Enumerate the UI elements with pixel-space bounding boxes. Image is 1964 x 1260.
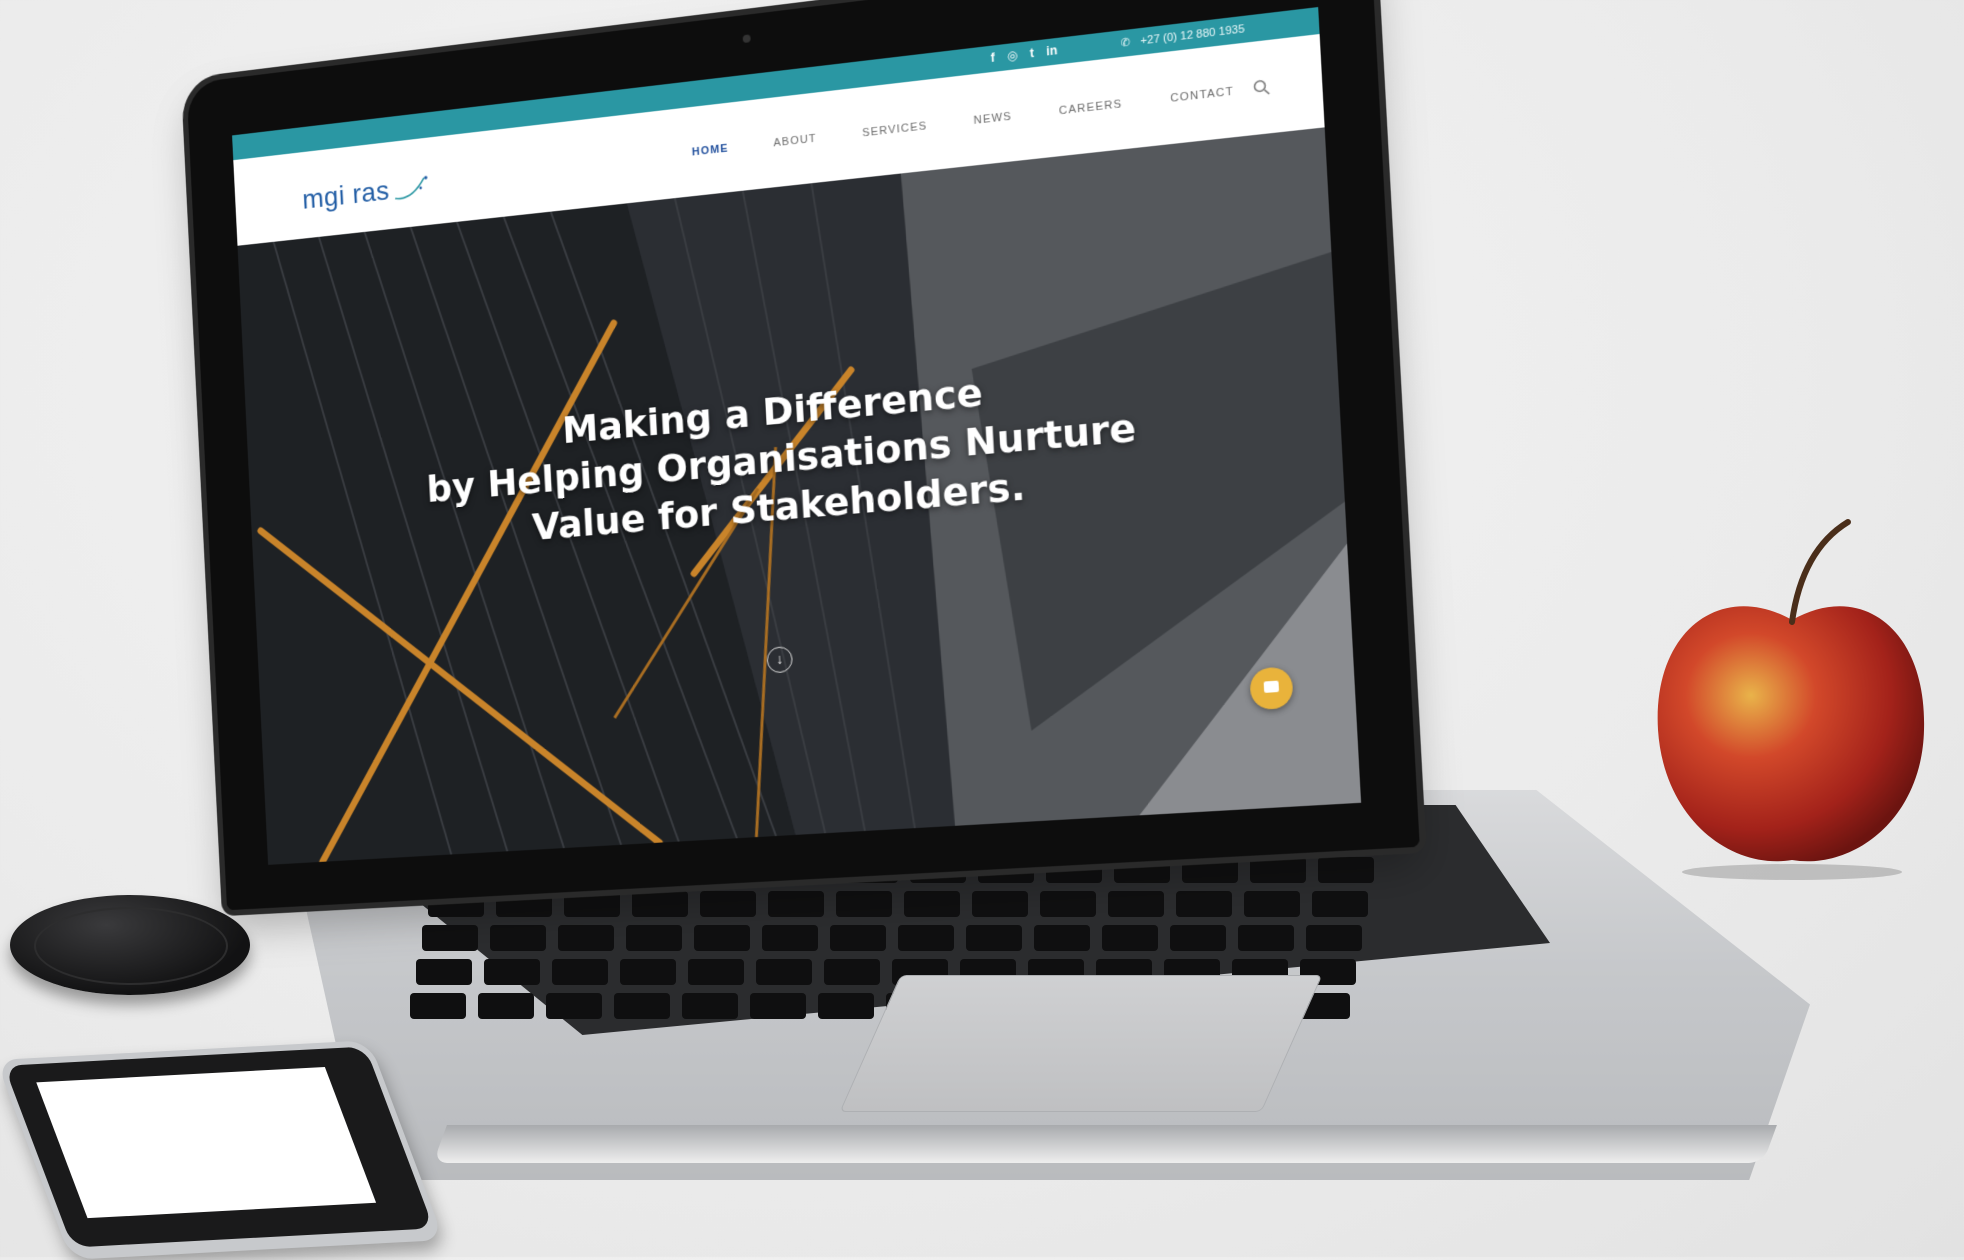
keyboard-key xyxy=(626,925,682,951)
keyboard-key xyxy=(1306,925,1362,951)
keyboard-key xyxy=(836,891,892,917)
logo-swoosh-icon xyxy=(393,173,431,202)
keyboard-key xyxy=(966,925,1022,951)
social-links: f ◎ t in xyxy=(990,43,1057,65)
keyboard-key xyxy=(620,959,676,985)
keyboard-key xyxy=(688,959,744,985)
keyboard-key xyxy=(818,993,874,1019)
keyboard-key xyxy=(830,925,886,951)
keyboard-key xyxy=(972,891,1028,917)
keyboard-key xyxy=(632,891,688,917)
laptop-lid: f ◎ t in ✆ +27 (0) 12 880 1935 mgi ras H… xyxy=(186,0,1420,911)
keyboard-key xyxy=(898,925,954,951)
keyboard-key xyxy=(546,993,602,1019)
logo[interactable]: mgi ras xyxy=(302,170,431,215)
nav-about[interactable]: ABOUT xyxy=(773,133,817,150)
keyboard-key xyxy=(904,891,960,917)
nav-news[interactable]: NEWS xyxy=(973,111,1012,127)
keyboard-key xyxy=(564,891,620,917)
webcam xyxy=(742,34,751,44)
keyboard-key xyxy=(490,925,546,951)
smartphone-body xyxy=(0,1040,445,1260)
nav-home[interactable]: HOME xyxy=(692,143,729,159)
keyboard-key xyxy=(700,891,756,917)
keyboard-key xyxy=(1176,891,1232,917)
keyboard-key xyxy=(1182,857,1238,883)
keyboard-key xyxy=(762,925,818,951)
apple-fruit xyxy=(1657,519,1925,880)
keyboard-key xyxy=(750,993,806,1019)
keyboard-key xyxy=(478,993,534,1019)
smartphone-screen xyxy=(36,1066,377,1219)
scene: f ◎ t in ✆ +27 (0) 12 880 1935 mgi ras H… xyxy=(0,0,1964,1260)
nav-careers[interactable]: CAREERS xyxy=(1059,98,1123,117)
keyboard-key xyxy=(1040,891,1096,917)
keyboard-key xyxy=(422,925,478,951)
keyboard-key xyxy=(1102,925,1158,951)
keyboard-key xyxy=(1238,925,1294,951)
logo-text: mgi ras xyxy=(301,175,391,215)
keyboard-key xyxy=(416,959,472,985)
keyboard-key xyxy=(484,959,540,985)
laptop-screen: f ◎ t in ✆ +27 (0) 12 880 1935 mgi ras H… xyxy=(232,7,1362,865)
smartphone-front xyxy=(3,1046,434,1248)
instagram-icon[interactable]: ◎ xyxy=(1007,48,1018,63)
nav-contact[interactable]: CONTACT xyxy=(1170,85,1234,104)
keyboard-key xyxy=(552,959,608,985)
facebook-icon[interactable]: f xyxy=(990,50,995,65)
keyboard-key xyxy=(682,993,738,1019)
keyboard-key xyxy=(1250,857,1306,883)
trackpad xyxy=(839,975,1323,1112)
keyboard-key xyxy=(1318,857,1374,883)
search-icon[interactable] xyxy=(1252,77,1272,98)
keyboard-key xyxy=(1170,925,1226,951)
laptop-front-edge xyxy=(433,1125,1777,1163)
keyboard-key xyxy=(756,959,812,985)
keyboard-key xyxy=(768,891,824,917)
keyboard-key xyxy=(558,925,614,951)
keyboard-key xyxy=(1034,925,1090,951)
keyboard-key xyxy=(824,959,880,985)
phone-number: +27 (0) 12 880 1935 xyxy=(1140,22,1245,48)
twitter-icon[interactable]: t xyxy=(1030,46,1035,61)
keyboard-key xyxy=(1244,891,1300,917)
keyboard-key xyxy=(1108,891,1164,917)
keyboard-key xyxy=(614,993,670,1019)
camera-lens-cap xyxy=(10,895,250,995)
keyboard-key xyxy=(1312,891,1368,917)
smartphone xyxy=(0,1040,445,1260)
phone-icon: ✆ xyxy=(1120,36,1131,50)
nav-services[interactable]: SERVICES xyxy=(862,120,928,139)
hero-section: Making a Difference by Helping Organisat… xyxy=(237,127,1362,865)
linkedin-icon[interactable]: in xyxy=(1046,43,1058,59)
keyboard-key xyxy=(410,993,466,1019)
keyboard-key xyxy=(694,925,750,951)
